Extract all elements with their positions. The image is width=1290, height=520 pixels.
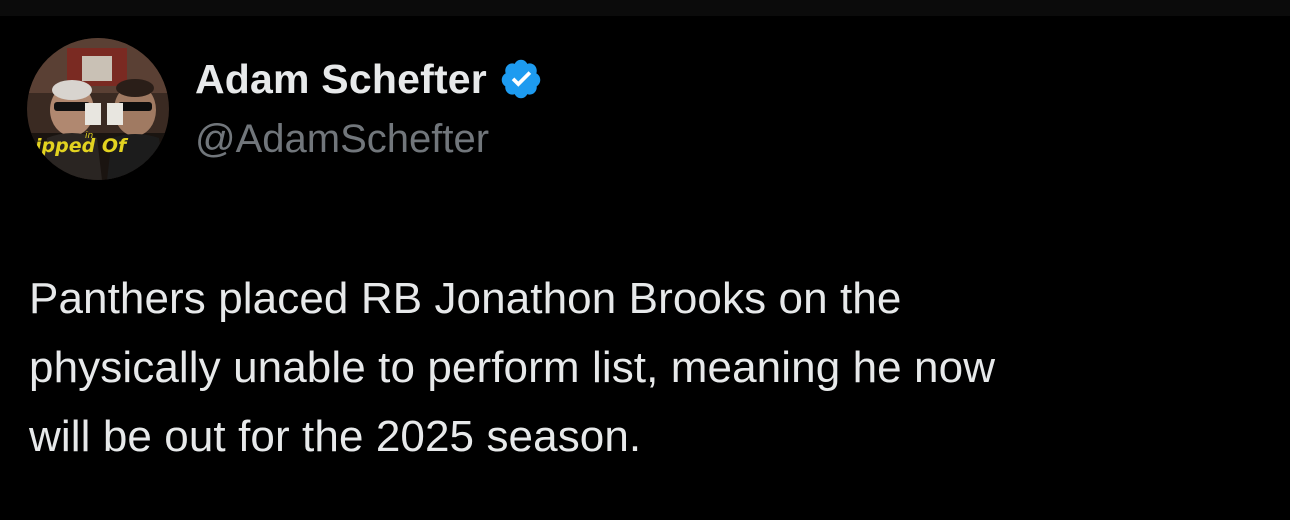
svg-text:in: in [85,131,94,141]
avatar[interactable]: ipped Of in [27,38,169,180]
tweet-text-line: physically unable to perform list, meani… [29,343,996,392]
tweet-card[interactable]: ipped Of in Adam Schefter @AdamSchefter … [0,16,1290,520]
top-bar [0,0,1290,16]
verified-badge-icon [501,59,541,99]
tweet-text: Panthers placed RB Jonathon Brooks on th… [29,264,1269,471]
avatar-image: ipped Of in [27,38,169,180]
author-name-row[interactable]: Adam Schefter [195,54,543,104]
avatar-logo-text: ipped Of [35,135,129,157]
author-handle[interactable]: @AdamSchefter [195,114,489,164]
tweet-text-line: Panthers placed RB Jonathon Brooks on th… [29,274,902,323]
tweet-text-line: will be out for the 2025 season. [29,412,642,461]
display-name[interactable]: Adam Schefter [195,54,487,104]
